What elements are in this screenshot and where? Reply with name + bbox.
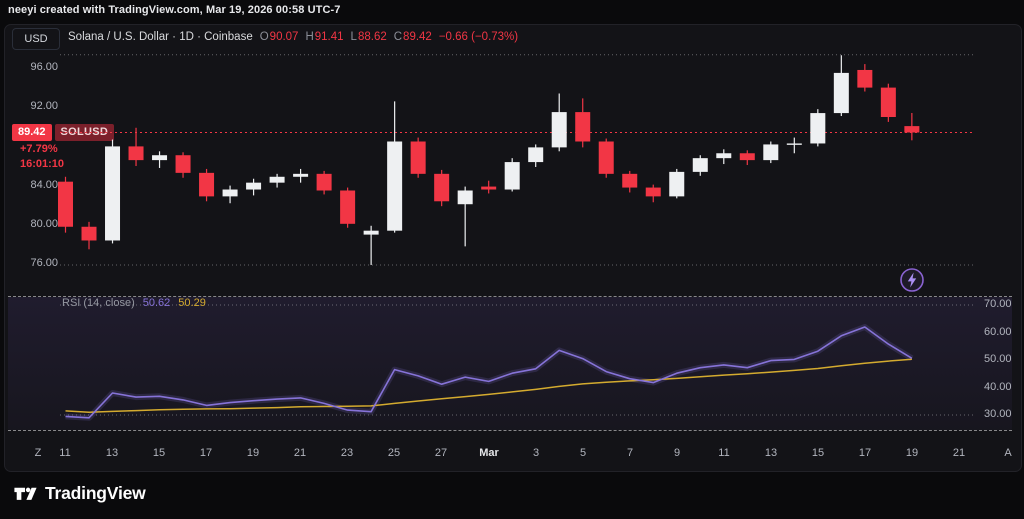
lightning-icon xyxy=(898,266,926,294)
time-axis-tick: 15 xyxy=(801,447,835,459)
candle-body xyxy=(129,146,144,160)
tradingview-logo-link[interactable]: TradingView xyxy=(12,480,146,507)
time-axis-tick: 13 xyxy=(754,447,788,459)
candle-body xyxy=(505,162,520,189)
candle-body xyxy=(693,158,708,172)
candle-body xyxy=(176,155,191,173)
candle-body xyxy=(904,126,919,132)
candle-body xyxy=(552,112,567,147)
time-axis-tick: 7 xyxy=(613,447,647,459)
candle-body xyxy=(669,172,684,197)
time-axis-tick: 15 xyxy=(142,447,176,459)
candle-body xyxy=(152,155,167,160)
candle-body xyxy=(857,70,872,88)
candle-body xyxy=(646,188,661,197)
candle-body xyxy=(82,227,97,241)
rsi-chart[interactable] xyxy=(0,296,1024,434)
candle-body xyxy=(481,187,496,190)
candle-body xyxy=(810,113,825,143)
candle-body xyxy=(223,190,238,197)
candle-body xyxy=(575,112,590,141)
candle-body xyxy=(246,183,261,190)
rsi-legend[interactable]: RSI (14, close) 50.62 50.29 xyxy=(62,297,206,309)
time-axis-tick: 19 xyxy=(236,447,270,459)
candle-body xyxy=(434,174,449,201)
time-axis-tick: 5 xyxy=(566,447,600,459)
candle-body xyxy=(411,142,426,174)
candle-body xyxy=(105,146,120,240)
candle-body xyxy=(340,191,355,224)
candle-body xyxy=(622,174,637,188)
time-axis-tick: 25 xyxy=(377,447,411,459)
rsi-axis-label: 30.00 xyxy=(984,408,1024,420)
rsi-axis-label: 40.00 xyxy=(984,381,1024,393)
boost-button[interactable] xyxy=(898,266,926,294)
tradingview-logo-icon xyxy=(12,480,39,507)
time-axis-tick: 27 xyxy=(424,447,458,459)
candle-body xyxy=(716,153,731,158)
candle-body xyxy=(458,191,473,205)
candle-body xyxy=(270,177,285,183)
candle-body xyxy=(387,142,402,231)
attribution-text: neeyi created with TradingView.com, Mar … xyxy=(8,4,340,16)
time-axis-tick: 19 xyxy=(895,447,929,459)
candle-body xyxy=(740,153,755,160)
candle-body xyxy=(881,88,896,117)
candle-body xyxy=(317,174,332,191)
time-axis-tick: A xyxy=(991,447,1024,459)
rsi-axis-label: 70.00 xyxy=(984,298,1024,310)
candle-body xyxy=(58,182,73,227)
time-axis-tick: 17 xyxy=(189,447,223,459)
time-axis-tick: 21 xyxy=(283,447,317,459)
time-axis-tick: 17 xyxy=(848,447,882,459)
time-axis-tick: 23 xyxy=(330,447,364,459)
time-axis-tick: Mar xyxy=(472,447,506,459)
tradingview-wordmark: TradingView xyxy=(45,483,146,504)
candle-body xyxy=(787,143,802,144)
rsi-value: 50.62 xyxy=(143,297,171,309)
candle-body xyxy=(599,142,614,174)
candle-body xyxy=(199,173,214,197)
rsi-ma-value: 50.29 xyxy=(178,297,206,309)
time-axis-tick: 11 xyxy=(48,447,82,459)
rsi-title: RSI (14, close) xyxy=(62,297,135,309)
time-axis[interactable]: Z111315171921232527Mar3579111315171921A xyxy=(0,447,1024,463)
rsi-axis-label: 60.00 xyxy=(984,326,1024,338)
candle-body xyxy=(364,231,379,235)
candlestick-chart[interactable] xyxy=(0,40,1024,292)
time-axis-tick: 11 xyxy=(707,447,741,459)
time-axis-tick: 13 xyxy=(95,447,129,459)
rsi-axis[interactable]: 70.00 60.00 50.00 40.00 30.00 xyxy=(980,296,1024,430)
candle-body xyxy=(528,147,543,162)
rsi-axis-label: 50.00 xyxy=(984,353,1024,365)
time-axis-tick: 9 xyxy=(660,447,694,459)
candle-body xyxy=(763,144,778,160)
time-axis-tick: 3 xyxy=(519,447,553,459)
candle-body xyxy=(293,174,308,177)
candle-body xyxy=(834,73,849,113)
time-axis-tick: 21 xyxy=(942,447,976,459)
